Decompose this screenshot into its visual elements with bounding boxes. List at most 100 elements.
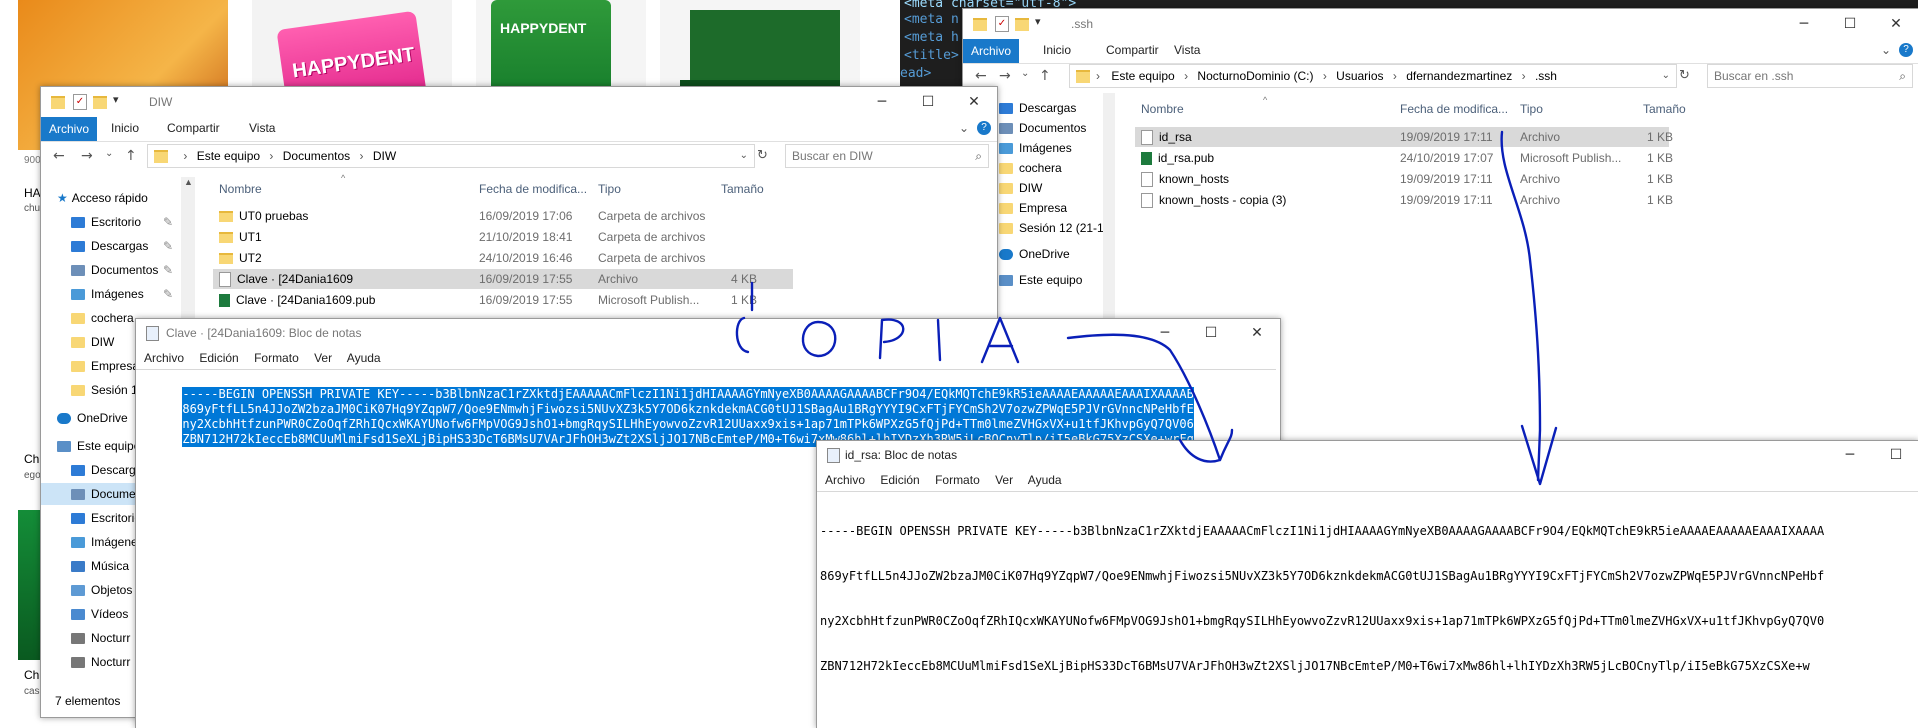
recent-dropdown-icon[interactable]: ⌄ [105, 148, 113, 159]
new-folder-icon[interactable] [93, 96, 107, 109]
column-header-date[interactable]: Fecha de modifica... [479, 182, 587, 196]
help-icon[interactable]: ? [977, 121, 991, 135]
tab-compartir[interactable]: Compartir [1106, 43, 1159, 57]
column-header-name[interactable]: Nombre [1141, 102, 1184, 116]
file-row[interactable]: id_rsa.pub 24/10/2019 17:07 Microsoft Pu… [1135, 148, 1673, 168]
nav-item-este-equipo[interactable]: Este equipo [999, 269, 1103, 291]
maximize-button[interactable]: ☐ [905, 87, 951, 117]
search-input[interactable]: Buscar en DIW ⌕ [785, 144, 989, 168]
file-row[interactable]: id_rsa 19/09/2019 17:11 Archivo 1 KB [1135, 127, 1673, 147]
address-bar[interactable]: › Este equipo › Documentos › DIW ⌄ [147, 144, 755, 168]
chevron-down-icon[interactable]: ⌄ [1881, 43, 1891, 57]
help-icon[interactable]: ? [1899, 43, 1913, 57]
forward-button[interactable]: → [999, 68, 1011, 84]
nav-item-diw[interactable]: DIW [999, 177, 1103, 199]
menu-ver[interactable]: Ver [995, 473, 1013, 487]
text-area[interactable]: -----BEGIN OPENSSH PRIVATE KEY-----b3Blb… [817, 491, 1918, 728]
back-button[interactable]: ← [975, 68, 987, 84]
column-header-size[interactable]: Tamaño [721, 182, 764, 196]
up-button[interactable]: ↑ [1039, 68, 1051, 84]
tab-compartir[interactable]: Compartir [167, 121, 220, 135]
nav-item-onedrive[interactable]: OneDrive [999, 243, 1103, 265]
pin-icon[interactable]: ✎ [163, 259, 173, 281]
pin-icon[interactable]: ✎ [163, 211, 173, 233]
minimize-button[interactable]: ─ [859, 87, 905, 117]
nav-item-sesion[interactable]: Sesión 12 (21-10 [999, 217, 1103, 239]
pin-icon[interactable]: ✎ [163, 235, 173, 257]
nav-item-acceso-rapido[interactable]: ★ Acceso rápido [57, 187, 181, 209]
pin-icon[interactable]: ✎ [163, 283, 173, 305]
tab-inicio[interactable]: Inicio [111, 121, 139, 135]
search-input[interactable]: Buscar en .ssh ⌕ [1707, 64, 1913, 88]
column-header-size[interactable]: Tamaño [1643, 102, 1686, 116]
menu-archivo[interactable]: Archivo [144, 351, 184, 365]
title-bar[interactable]: Clave · [24Dania1609: Bloc de notas ─ ☐ … [136, 319, 1280, 347]
nav-item-imagenes[interactable]: Imágenes [999, 137, 1103, 159]
tab-vista[interactable]: Vista [249, 121, 275, 135]
nav-item-documentos[interactable]: Documentos [999, 117, 1103, 139]
nav-item-escritorio[interactable]: Escritorio ✎ [71, 211, 181, 233]
maximize-button[interactable]: ☐ [1827, 9, 1873, 39]
quick-access-dropdown-icon[interactable]: ▾ [113, 93, 119, 106]
tab-archivo[interactable]: Archivo [41, 117, 98, 141]
file-row[interactable]: Clave · [24Dania1609 16/09/2019 17:55 Ar… [213, 269, 793, 289]
close-button[interactable]: ✕ [951, 87, 997, 117]
menu-edicion[interactable]: Edición [880, 473, 919, 487]
recent-dropdown-icon[interactable]: ⌄ [1021, 68, 1029, 79]
title-bar[interactable]: ✓ ▾ DIW ─ ☐ ✕ [41, 87, 997, 117]
nav-item-cochera[interactable]: cochera [999, 157, 1103, 179]
file-row[interactable]: UT2 24/10/2019 16:46 Carpeta de archivos [213, 248, 833, 268]
minimize-button[interactable]: ─ [1827, 441, 1873, 469]
minimize-button[interactable]: ─ [1142, 319, 1188, 347]
title-bar[interactable]: ✓ ▾ .ssh ─ ☐ ✕ [963, 9, 1918, 39]
close-button[interactable]: ✕ [1234, 319, 1280, 347]
menu-archivo[interactable]: Archivo [825, 473, 865, 487]
file-row[interactable]: UT1 21/10/2019 18:41 Carpeta de archivos [213, 227, 833, 247]
breadcrumb-segment[interactable]: NocturnoDominio (C:) [1197, 69, 1313, 83]
new-folder-icon[interactable] [1015, 18, 1029, 31]
file-row[interactable]: known_hosts 19/09/2019 17:11 Archivo 1 K… [1135, 169, 1673, 189]
column-header-date[interactable]: Fecha de modifica... [1400, 102, 1508, 116]
file-row[interactable]: known_hosts - copia (3) 19/09/2019 17:11… [1135, 190, 1673, 210]
chevron-down-icon[interactable]: ⌄ [959, 121, 969, 135]
nav-item-descargas[interactable]: Descargas ✎ [71, 235, 181, 257]
address-dropdown-icon[interactable]: ⌄ [740, 145, 748, 167]
menu-edicion[interactable]: Edición [199, 351, 238, 365]
address-bar[interactable]: › Este equipo › NocturnoDominio (C:) › U… [1069, 64, 1677, 88]
close-button[interactable]: ✕ [1873, 9, 1918, 39]
menu-formato[interactable]: Formato [935, 473, 980, 487]
scroll-up-icon[interactable]: ▲ [184, 177, 193, 187]
tab-archivo[interactable]: Archivo [963, 39, 1020, 63]
forward-button[interactable]: → [81, 148, 93, 164]
back-button[interactable]: ← [53, 148, 65, 164]
up-button[interactable]: ↑ [125, 148, 137, 164]
breadcrumb-segment[interactable]: Este equipo [1111, 69, 1174, 83]
nav-item-empresa[interactable]: Empresa [999, 197, 1103, 219]
column-header-name[interactable]: Nombre [219, 182, 262, 196]
maximize-button[interactable]: ☐ [1873, 441, 1918, 469]
breadcrumb-segment[interactable]: Usuarios [1336, 69, 1383, 83]
nav-item-descargas[interactable]: Descargas [999, 97, 1103, 119]
nav-item-imagenes[interactable]: Imágenes ✎ [71, 283, 181, 305]
column-header-type[interactable]: Tipo [1520, 102, 1543, 116]
breadcrumb-segment[interactable]: DIW [373, 149, 396, 163]
breadcrumb-segment[interactable]: dfernandezmartinez [1406, 69, 1512, 83]
address-dropdown-icon[interactable]: ⌄ [1662, 65, 1670, 87]
column-header-type[interactable]: Tipo [598, 182, 621, 196]
breadcrumb-segment[interactable]: .ssh [1535, 69, 1557, 83]
refresh-button[interactable]: ↻ [1679, 68, 1690, 83]
properties-icon[interactable]: ✓ [995, 16, 1009, 32]
minimize-button[interactable]: ─ [1781, 9, 1827, 39]
menu-ver[interactable]: Ver [314, 351, 332, 365]
breadcrumb-segment[interactable]: Este equipo [197, 149, 260, 163]
quick-access-dropdown-icon[interactable]: ▾ [1035, 15, 1041, 28]
menu-ayuda[interactable]: Ayuda [1028, 473, 1062, 487]
tab-inicio[interactable]: Inicio [1043, 43, 1071, 57]
file-row[interactable]: UT0 pruebas 16/09/2019 17:06 Carpeta de … [213, 206, 833, 226]
refresh-button[interactable]: ↻ [757, 148, 768, 163]
nav-item-documentos[interactable]: Documentos ✎ [71, 259, 181, 281]
maximize-button[interactable]: ☐ [1188, 319, 1234, 347]
title-bar[interactable]: id_rsa: Bloc de notas ─ ☐ [817, 441, 1918, 469]
tab-vista[interactable]: Vista [1174, 43, 1200, 57]
notepad-idrsa-window[interactable]: id_rsa: Bloc de notas ─ ☐ Archivo Edició… [816, 440, 1918, 728]
